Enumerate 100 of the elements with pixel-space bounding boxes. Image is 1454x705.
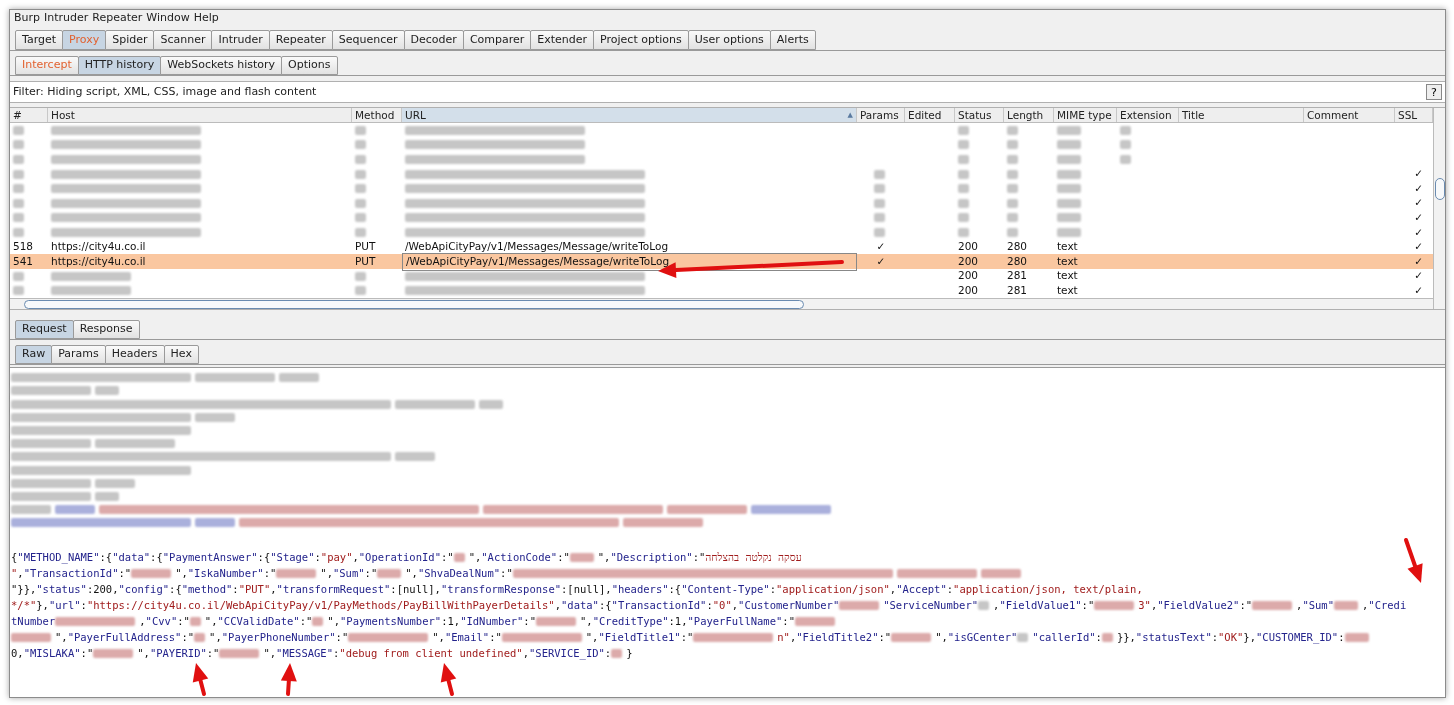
menu-item[interactable]: Intruder: [44, 10, 89, 27]
tab[interactable]: Decoder: [403, 30, 464, 50]
code-text: "CustomerNumber": [738, 598, 840, 614]
code-text: "OperationId": [358, 550, 441, 566]
tab[interactable]: Sequencer: [331, 30, 405, 50]
filter-bar-text[interactable]: Filter: Hiding script, XML, CSS, image and flash content: [13, 83, 1426, 101]
tab[interactable]: Scanner: [153, 30, 213, 50]
column-header[interactable]: #: [10, 108, 48, 122]
redacted-text: [355, 184, 366, 194]
redacted-text: [873, 184, 885, 194]
tab[interactable]: Spider: [105, 30, 155, 50]
redacted-text: [873, 227, 885, 237]
column-header[interactable]: Extension: [1117, 108, 1179, 122]
tab[interactable]: Comparer: [462, 30, 532, 50]
code-text: "PayerFullAddress": [67, 630, 182, 646]
code-text: ",: [175, 566, 188, 582]
code-text: "Credi: [1368, 598, 1407, 614]
menu-item[interactable]: Burp: [14, 10, 41, 27]
redacted-text: [355, 140, 366, 150]
redacted-text: [873, 213, 885, 223]
code-text: "MISLAKA": [23, 646, 81, 662]
code-text: :": [1081, 598, 1095, 614]
table-cell: 280: [1007, 239, 1028, 255]
code-text: ",: [405, 566, 418, 582]
tab[interactable]: User options: [687, 30, 771, 50]
tab[interactable]: Params: [51, 345, 106, 365]
table-cell: ✓: [1414, 239, 1423, 255]
column-header[interactable]: Host: [48, 108, 352, 122]
table-row[interactable]: ✓: [10, 225, 1433, 240]
column-header[interactable]: Title: [1179, 108, 1304, 122]
column-header[interactable]: Comment: [1304, 108, 1395, 122]
tab[interactable]: Response: [72, 320, 140, 340]
tab[interactable]: Raw: [15, 345, 53, 365]
menu-item[interactable]: Repeater: [92, 10, 143, 27]
redacted-text: [13, 125, 24, 135]
tab[interactable]: Hex: [163, 345, 199, 365]
tab[interactable]: Intruder: [211, 30, 270, 50]
redacted-text: [1007, 227, 1018, 237]
tab[interactable]: HTTP history: [77, 56, 162, 75]
code-text: :: [1211, 630, 1219, 646]
tab[interactable]: WebSockets history: [160, 56, 283, 75]
redacted-text: [1007, 125, 1018, 135]
table-cell-text: ✓: [1414, 195, 1423, 211]
scrollbar[interactable]: [10, 298, 1433, 310]
tab[interactable]: Request: [15, 320, 74, 340]
table-row[interactable]: 518 https://city4u.co.il PUT /WebApiCityPay/v1/Messages/Message/writeToLog ✓ 200 280 text ✓: [10, 239, 1433, 255]
code-text: "https://city4u.co.il/WebApiCityPay/v1/PayMethods/PayBillWithPayerDetails": [86, 598, 555, 614]
help-button[interactable]: ?: [1426, 84, 1442, 100]
column-header[interactable]: Params: [857, 108, 905, 122]
code-text: ",: [597, 550, 611, 566]
tab[interactable]: Alerts: [769, 30, 816, 50]
code-text: עסקה נקלטה בהצלחה: [705, 550, 802, 566]
table-row[interactable]: ✓: [10, 166, 1433, 182]
code-text: "data": [112, 550, 151, 566]
redacted-text: [1057, 198, 1081, 208]
table-cell-text: ✓: [1414, 268, 1423, 284]
tab[interactable]: Repeater: [268, 30, 333, 50]
menu-item[interactable]: Window: [146, 10, 190, 27]
tab[interactable]: Target: [15, 30, 64, 50]
scrollbar[interactable]: [1433, 108, 1445, 310]
code-text: :: [80, 598, 87, 614]
column-header[interactable]: Length: [1004, 108, 1054, 122]
code-text: ,: [789, 630, 797, 646]
tab[interactable]: Options: [281, 56, 338, 75]
tab[interactable]: Extender: [530, 30, 595, 50]
menu-item[interactable]: Help: [193, 10, 219, 27]
code-text: "data": [561, 598, 599, 614]
redacted-text: [1057, 169, 1081, 179]
redacted-text: [1007, 184, 1018, 194]
table-row[interactable]: 541 https://city4u.co.il PUT /WebApiCityPay/v1/Messages/Message/writeToLog ✓ 200 280 text ✓: [10, 254, 1433, 269]
code-text: ",: [263, 646, 277, 662]
code-text: ,: [1150, 598, 1158, 614]
code-text: :": [364, 566, 378, 582]
redacted-text: [13, 213, 24, 223]
code-text: :1,: [441, 614, 461, 630]
code-text: ",: [137, 646, 150, 662]
column-header[interactable]: Status: [955, 108, 1004, 122]
code-text: :200,: [86, 582, 119, 598]
code-text: ",: [935, 630, 948, 646]
code-text: */*": [11, 598, 37, 614]
table-row[interactable]: ✓: [10, 181, 1433, 196]
code-text: tNumber: [11, 614, 56, 630]
table-row[interactable]: ✓: [10, 210, 1433, 226]
tab[interactable]: Project options: [593, 30, 689, 50]
table-row[interactable]: ✓: [10, 195, 1433, 211]
redacted-text: [958, 227, 969, 237]
code-text: "callerId": [1032, 630, 1096, 646]
redacted-text: [1057, 140, 1081, 150]
column-header[interactable]: Edited: [905, 108, 955, 122]
code-text: :[null],: [390, 582, 441, 598]
tab[interactable]: Headers: [104, 345, 165, 365]
column-header[interactable]: MIME type: [1054, 108, 1117, 122]
code-text: "PAYERID": [149, 646, 207, 662]
code-text: :": [680, 630, 694, 646]
code-text: "CCValidDate": [217, 614, 300, 630]
code-text: }: [626, 646, 633, 662]
table-row[interactable]: 200 281 text ✓: [10, 283, 1433, 299]
table-row[interactable]: 200 281 text ✓: [10, 268, 1433, 284]
code-text: ,: [554, 598, 561, 614]
code-text: "FieldTitle1": [598, 630, 681, 646]
